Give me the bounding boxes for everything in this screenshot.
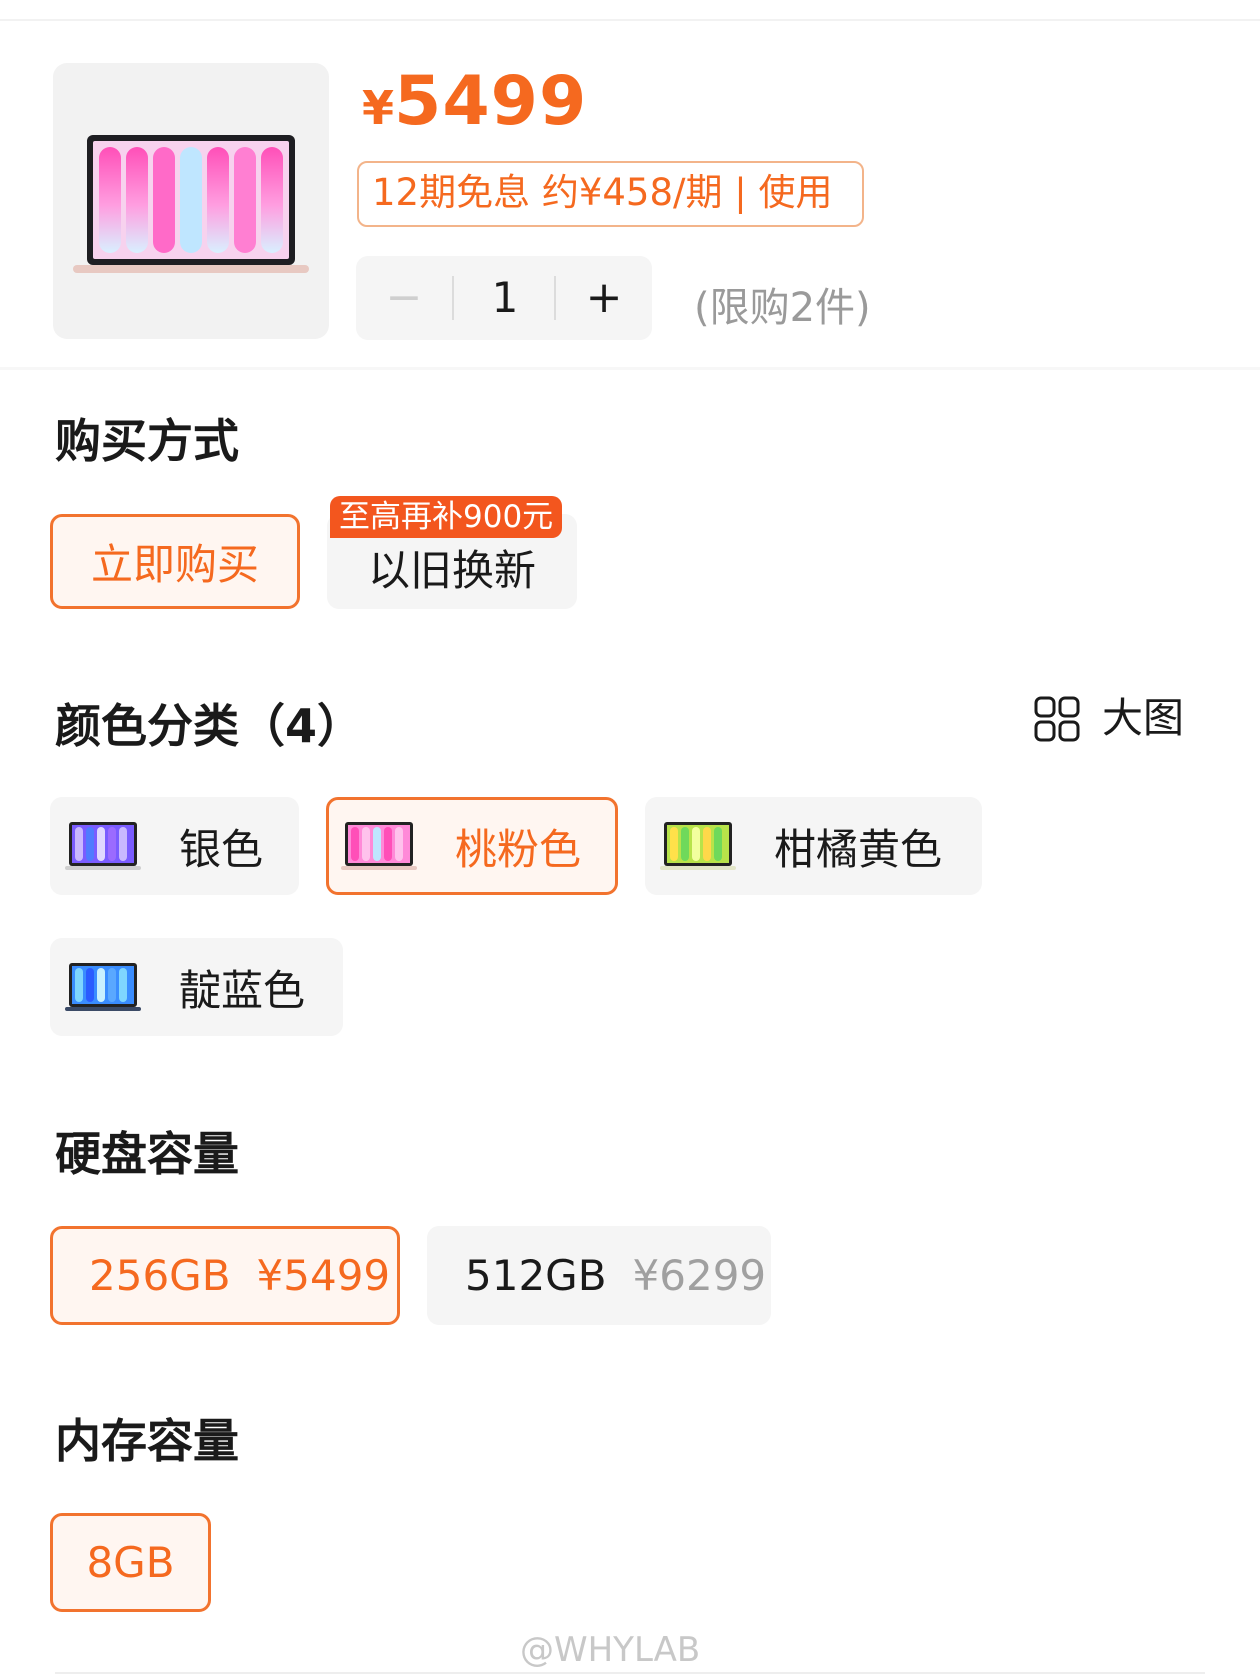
quantity-value[interactable]: 1 <box>454 256 556 340</box>
storage-size: 512GB <box>465 1251 607 1300</box>
purchase-method-title: 购买方式 <box>55 414 239 468</box>
storage-price: ¥5499 <box>256 1251 391 1300</box>
storage-capacity-title: 硬盘容量 <box>55 1127 239 1181</box>
purchase-limit-note: (限购2件) <box>694 285 871 331</box>
color-option-indigo[interactable]: 靛蓝色 <box>50 938 343 1036</box>
product-thumbnail[interactable] <box>53 63 329 339</box>
bottom-divider <box>55 1672 1205 1674</box>
laptop-indigo-icon <box>65 963 141 1011</box>
memory-size: 8GB <box>86 1538 175 1587</box>
laptop-silver-icon <box>65 822 141 870</box>
option-label: 立即购买 <box>90 540 259 589</box>
grid-icon <box>1034 696 1080 742</box>
laptop-yellow-icon <box>660 822 736 870</box>
storage-price: ¥6299 <box>632 1251 767 1300</box>
buy-now-option[interactable]: 立即购买 <box>50 514 300 609</box>
quantity-decrease-button[interactable]: − <box>356 256 452 340</box>
top-divider <box>0 19 1260 21</box>
storage-option-512gb[interactable]: 512GB ¥6299 <box>427 1226 771 1325</box>
storage-option-256gb[interactable]: 256GB ¥5499 <box>50 1226 400 1325</box>
view-large-image-button[interactable]: 大图 <box>1034 690 1186 746</box>
currency-symbol: ¥ <box>362 81 395 135</box>
color-option-pink[interactable]: 桃粉色 <box>326 797 618 895</box>
laptop-pink-image <box>73 135 309 273</box>
quantity-stepper: − 1 + <box>356 256 652 340</box>
price-value: 5499 <box>394 62 588 141</box>
product-price: ¥5499 <box>362 62 587 141</box>
color-label: 桃粉色 <box>455 824 582 874</box>
memory-option-8gb[interactable]: 8GB <box>50 1513 211 1612</box>
color-label: 柑橘黄色 <box>774 824 943 874</box>
laptop-pink-icon <box>341 822 417 870</box>
color-label: 靛蓝色 <box>179 965 306 1015</box>
view-large-label: 大图 <box>1102 694 1184 742</box>
watermark: @WHYLAB <box>520 1630 701 1670</box>
installment-offer-button[interactable]: 12期免息 约¥458/期 | 使用 <box>357 161 864 227</box>
memory-capacity-title: 内存容量 <box>55 1414 239 1468</box>
option-label: 以旧换新 <box>367 546 536 595</box>
storage-size: 256GB <box>89 1251 231 1300</box>
color-category-title: 颜色分类（4） <box>55 699 364 753</box>
trade-in-subsidy-badge: 至高再补900元 <box>330 496 563 538</box>
color-option-silver[interactable]: 银色 <box>50 797 299 895</box>
section-divider <box>0 367 1260 370</box>
color-option-yellow[interactable]: 柑橘黄色 <box>645 797 982 895</box>
quantity-increase-button[interactable]: + <box>556 256 652 340</box>
color-label: 银色 <box>179 824 264 874</box>
